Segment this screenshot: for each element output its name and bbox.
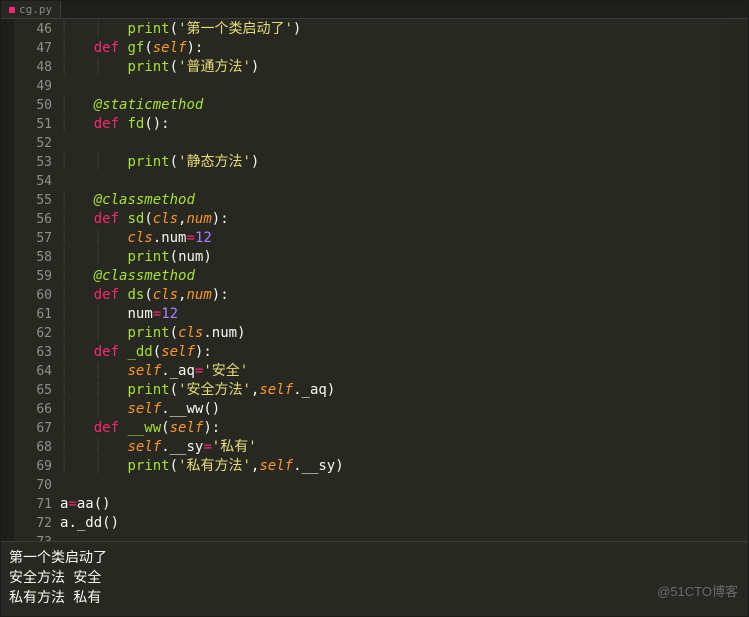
code-line[interactable]: │ def sd(cls,num): [60,210,748,229]
code-line[interactable]: │ @staticmethod [60,96,748,115]
line-number: 47 [14,39,52,58]
code-line[interactable]: a=aa() [60,495,748,514]
line-number: 64 [14,362,52,381]
line-number: 67 [14,419,52,438]
code-line[interactable]: │ │ self.__sy='私有' [60,438,748,457]
line-number: 71 [14,495,52,514]
code-line[interactable]: │ def _dd(self): [60,343,748,362]
code-line[interactable]: │ def __ww(self): [60,419,748,438]
code-line[interactable]: │ │ print('普通方法') [60,58,748,77]
watermark: @51CTO博客 [657,581,738,600]
code-line[interactable] [60,476,748,495]
line-number: 70 [14,476,52,495]
code-line[interactable]: │ │ print('私有方法',self.__sy) [60,457,748,476]
output-line: 安全方法 安全 [9,568,740,588]
code-line[interactable]: │ │ cls.num=12 [60,229,748,248]
line-number: 51 [14,115,52,134]
code-editor[interactable]: │ │ print('第一个类启动了')│ def gf(self):│ │ p… [60,19,748,541]
line-number: 63 [14,343,52,362]
line-number: 52 [14,134,52,153]
line-number: 48 [14,58,52,77]
code-line[interactable]: │ │ print('第一个类启动了') [60,20,748,39]
code-line[interactable] [60,533,748,541]
code-line[interactable]: │ @classmethod [60,191,748,210]
line-number: 57 [14,229,52,248]
code-line[interactable]: │ │ self.__ww() [60,400,748,419]
line-number: 72 [14,514,52,533]
line-number: 61 [14,305,52,324]
line-number: 56 [14,210,52,229]
line-number-gutter: 4647484950515253545556575859606162636465… [14,19,60,541]
output-line: 私有方法 私有 [9,588,740,608]
line-number: 55 [14,191,52,210]
code-line[interactable]: │ │ self._aq='安全' [60,362,748,381]
code-line[interactable]: │ │ print(num) [60,248,748,267]
line-number: 50 [14,96,52,115]
folded-sidebar[interactable] [1,19,14,541]
line-number: 69 [14,457,52,476]
code-line[interactable]: │ def ds(cls,num): [60,286,748,305]
code-line[interactable]: │ def gf(self): [60,39,748,58]
line-number: 66 [14,400,52,419]
code-line[interactable]: a._dd() [60,514,748,533]
line-number: 54 [14,172,52,191]
tab-bar: cg.py [1,1,748,19]
code-line[interactable] [60,77,748,96]
code-line[interactable] [60,172,748,191]
line-number: 58 [14,248,52,267]
minimap[interactable] [726,21,746,539]
line-number: 62 [14,324,52,343]
code-line[interactable]: │ @classmethod [60,267,748,286]
line-number: 65 [14,381,52,400]
line-number: 60 [14,286,52,305]
line-number: 53 [14,153,52,172]
output-panel[interactable]: 第一个类启动了安全方法 安全私有方法 私有 [1,541,748,616]
line-number: 49 [14,77,52,96]
tab-label: cg.py [19,3,52,16]
code-line[interactable]: │ def fd(): [60,115,748,134]
output-line: 第一个类启动了 [9,548,740,568]
editor-container: 4647484950515253545556575859606162636465… [1,19,748,541]
code-line[interactable]: │ │ print(cls.num) [60,324,748,343]
code-line[interactable]: │ │ print('安全方法',self._aq) [60,381,748,400]
code-line[interactable]: │ │ num=12 [60,305,748,324]
code-line[interactable]: │ │ print('静态方法') [60,153,748,172]
code-line[interactable] [60,134,748,153]
python-file-icon [9,7,15,13]
line-number: 59 [14,267,52,286]
file-tab[interactable]: cg.py [1,1,61,18]
line-number: 68 [14,438,52,457]
line-number: 46 [14,20,52,39]
